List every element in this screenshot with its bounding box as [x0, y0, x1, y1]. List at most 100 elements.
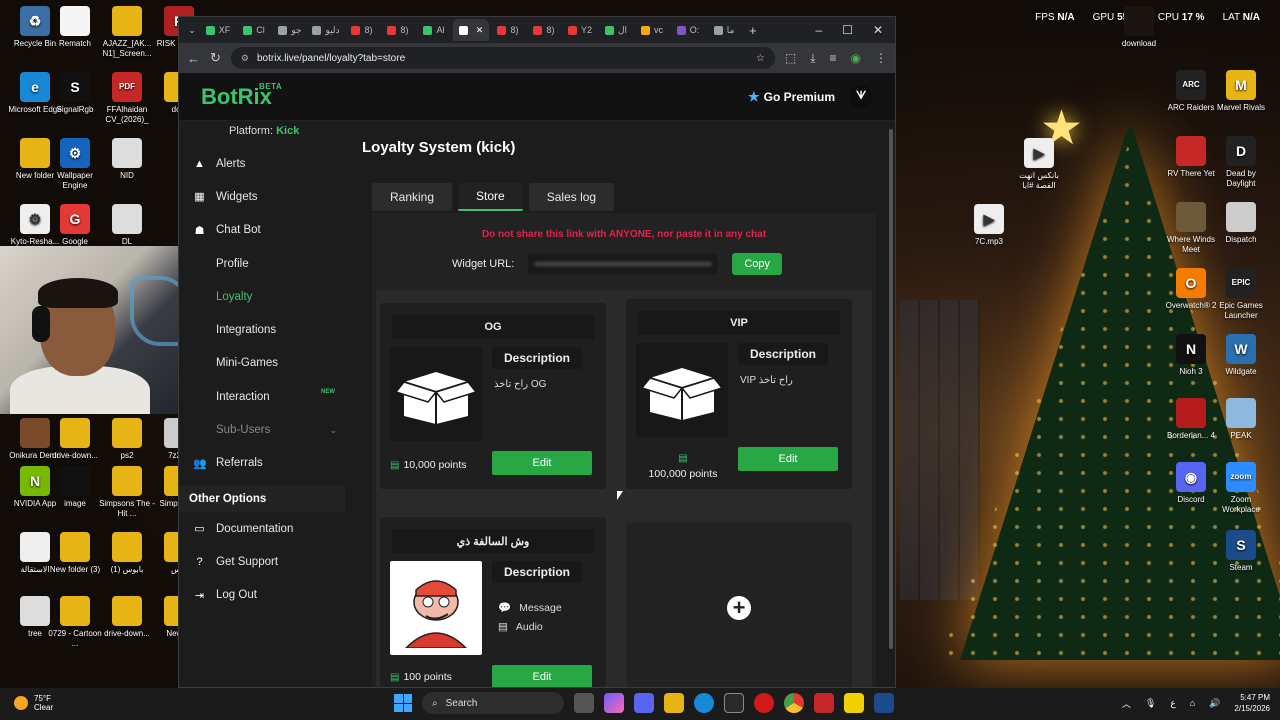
maximize-icon[interactable]: ☐ — [842, 23, 853, 37]
browser-tab[interactable]: ✕ — [453, 19, 489, 41]
sidebar-item-mini-games[interactable]: Mini-Games — [179, 347, 345, 380]
browser-tab[interactable]: دليو — [309, 19, 343, 41]
start-button[interactable] — [394, 694, 412, 712]
edit-item-button[interactable]: Edit — [492, 665, 592, 687]
sidebar-item-documentation[interactable]: ▭ Documentation — [179, 512, 345, 545]
sidebar-item-get-support[interactable]: ? Get Support — [179, 545, 345, 578]
browser-tab[interactable]: vc — [635, 19, 669, 41]
sidebar-item-referrals[interactable]: 👥 Referrals — [179, 447, 345, 480]
app-icon[interactable] — [814, 693, 834, 713]
desktop-icon[interactable]: Simpsons The - Hit ... — [98, 466, 156, 519]
desktop-icon[interactable]: AJAZZ_[AK... N1]_Screen... — [98, 6, 156, 59]
browser-tab[interactable]: Y2 — [563, 19, 597, 41]
chevron-down-icon[interactable]: ⌄ — [329, 425, 337, 436]
desktop-icon[interactable]: drive-down... — [46, 418, 104, 461]
browser-tab[interactable]: O: — [671, 19, 705, 41]
reload-icon[interactable]: ↻ — [210, 50, 221, 66]
desktop-icon[interactable]: PDF FFAlhaidan CV_(2026)_ — [98, 72, 156, 125]
tab-store[interactable]: Store — [458, 183, 523, 211]
widget-url-field[interactable] — [528, 254, 719, 274]
mic-icon[interactable]: 🎙 — [1145, 698, 1156, 709]
discord-taskbar-icon[interactable] — [634, 693, 654, 713]
browser-tab[interactable]: Cl — [237, 19, 271, 41]
desktop-icon[interactable]: ps2 — [98, 418, 156, 461]
tab-search-icon[interactable]: ⌄ — [185, 25, 199, 36]
desktop-icon[interactable]: M Marvel Rivals — [1212, 70, 1270, 113]
desktop-icon[interactable]: EPIC Epic Games Launcher — [1212, 268, 1270, 321]
close-window-icon[interactable]: ✕ — [873, 23, 883, 37]
sidebar-item-chat-bot[interactable]: ☗ Chat Bot — [179, 214, 345, 247]
browser-tab[interactable]: Al — [417, 19, 451, 41]
browser-tab[interactable]: 8) — [527, 19, 561, 41]
sidebar-item-loyalty[interactable]: Loyalty — [179, 280, 345, 313]
desktop-icon[interactable]: ▶ بانكس اتهت الفصة #ابا — [1010, 138, 1068, 191]
desktop-icon[interactable]: ⚙ Wallpaper Engine — [46, 138, 104, 191]
file-explorer-icon[interactable] — [664, 693, 684, 713]
sidebar-item-log-out[interactable]: ⇥ Log Out — [179, 579, 345, 612]
network-icon[interactable]: ⌂ — [1190, 698, 1195, 708]
browser-tab[interactable]: ال — [599, 19, 633, 41]
opera-icon[interactable] — [754, 693, 774, 713]
site-info-icon[interactable]: ⚙ — [241, 53, 249, 64]
desktop-icon[interactable]: 0729 - Cartoon ... — [46, 596, 104, 649]
desktop-icon[interactable]: DL — [98, 204, 156, 247]
language-indicator[interactable]: ع — [1170, 698, 1175, 709]
desktop-icon[interactable]: Rematch — [46, 6, 104, 49]
tab-sales-log[interactable]: Sales log — [528, 183, 615, 211]
user-avatar[interactable]: ᗐ — [849, 84, 873, 109]
sidebar-item-widgets[interactable]: ▦ Widgets — [179, 180, 345, 213]
desktop-icon[interactable]: Dispatch — [1212, 202, 1270, 245]
desktop-icon[interactable]: NID — [98, 138, 156, 181]
volume-icon[interactable]: 🔊 — [1209, 698, 1220, 709]
taskbar-search[interactable]: ⌕ Search — [422, 692, 564, 714]
store-icon[interactable] — [724, 693, 744, 713]
back-icon[interactable]: ← — [187, 51, 200, 66]
menu-icon[interactable]: ⋮ — [875, 51, 887, 66]
task-view-icon[interactable] — [574, 693, 594, 713]
copy-button[interactable]: Copy — [732, 253, 783, 275]
desktop-icon[interactable]: G Google — [46, 204, 104, 247]
address-bar[interactable]: ⚙ botrix.live/panel/loyalty?tab=store ☆ — [230, 47, 775, 69]
edge-taskbar-icon[interactable] — [694, 693, 714, 713]
browser-tab[interactable]: 8) — [381, 19, 415, 41]
browser-tab[interactable]: XF — [201, 19, 235, 41]
clock[interactable]: 5:47 PM 2/15/2026 — [1234, 692, 1270, 714]
desktop-icon[interactable]: S Steam — [1212, 530, 1270, 573]
sidebar-item-integrations[interactable]: Integrations — [179, 313, 345, 346]
desktop-icon[interactable]: New folder (3) — [46, 532, 104, 575]
download-icon[interactable]: ⤓ — [810, 51, 815, 66]
browser-tab[interactable]: 8) — [491, 19, 525, 41]
sidebar-item-alerts[interactable]: ▲ Alerts — [179, 147, 345, 180]
desktop-icon[interactable]: D Dead by Daylight — [1212, 136, 1270, 189]
tray-chevron-icon[interactable]: ︿ — [1122, 697, 1131, 710]
edit-item-button[interactable]: Edit — [738, 447, 838, 471]
desktop-icon[interactable]: drive-down... — [98, 596, 156, 639]
desktop-icon[interactable]: PEAK — [1212, 398, 1270, 441]
add-item-card[interactable]: + — [626, 523, 852, 687]
sidebar-item-interaction[interactable]: Interaction NEW — [179, 380, 345, 413]
sidebar-item-sub-users[interactable]: Sub-Users ⌄ — [179, 413, 345, 446]
desktop-icon[interactable]: zoom Zoom Workplace — [1212, 462, 1270, 515]
steam-taskbar-icon[interactable] — [874, 693, 894, 713]
chrome-taskbar-icon[interactable] — [784, 693, 804, 713]
bookmark-star-icon[interactable]: ☆ — [756, 53, 765, 64]
profile-icon[interactable]: ◉ — [851, 51, 861, 66]
browser-tab[interactable]: جو — [273, 19, 307, 41]
desktop-icon[interactable]: بابوس (1) — [98, 532, 156, 575]
browser-tab[interactable]: ما — [707, 19, 741, 41]
browser-tab[interactable]: 8) — [345, 19, 379, 41]
queue-icon[interactable]: ≡ — [830, 51, 837, 66]
new-tab-button[interactable]: + — [749, 23, 757, 38]
desktop-icon[interactable]: W Wildgate — [1212, 334, 1270, 377]
copilot-icon[interactable] — [604, 693, 624, 713]
brand-logo[interactable]: BotRix BETA — [201, 82, 282, 110]
extensions-icon[interactable]: ⬚ — [785, 51, 796, 66]
desktop-icon[interactable]: S SignalRgb — [46, 72, 104, 115]
tab-ranking[interactable]: Ranking — [372, 183, 453, 211]
close-tab-icon[interactable]: ✕ — [476, 25, 484, 36]
minimize-icon[interactable]: – — [815, 23, 822, 37]
desktop-icon[interactable]: ▶ 7C.mp3 — [960, 204, 1018, 247]
go-premium-button[interactable]: ★ Go Premium — [748, 89, 835, 105]
edit-item-button[interactable]: Edit — [492, 451, 592, 475]
notes-icon[interactable] — [844, 693, 864, 713]
